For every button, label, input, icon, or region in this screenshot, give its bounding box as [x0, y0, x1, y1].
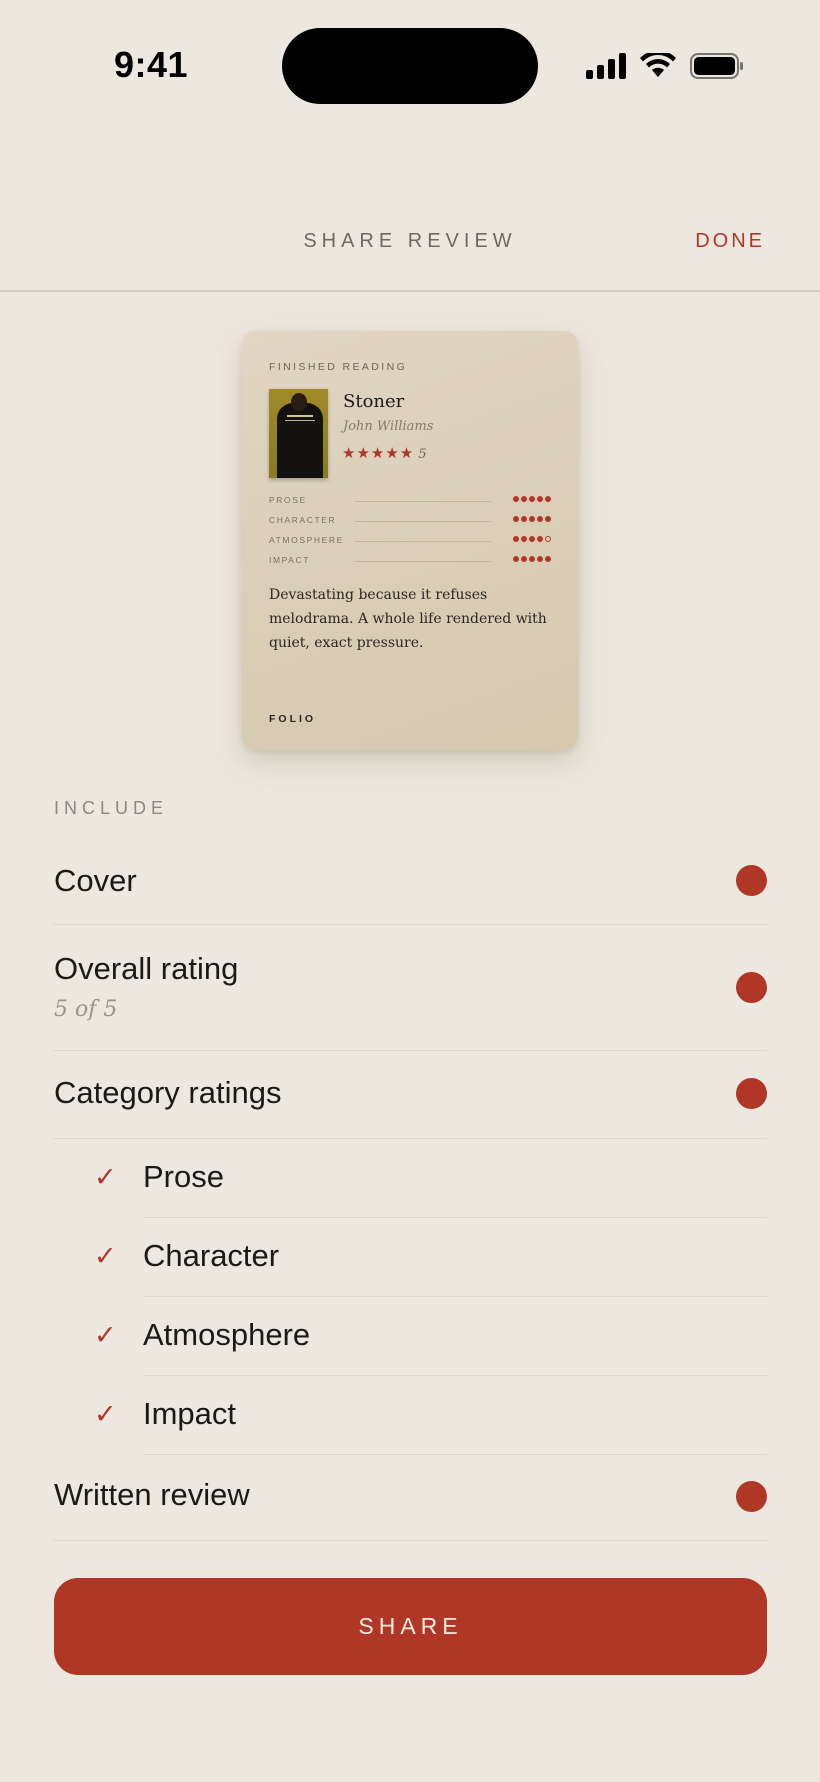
row-label: Overall rating: [54, 951, 239, 986]
metric-label: PROSE: [269, 495, 307, 505]
checkmark-icon: ✓: [94, 1320, 117, 1350]
checkmark-icon: ✓: [94, 1162, 117, 1192]
row-label: Prose: [143, 1159, 224, 1194]
cover-toggle[interactable]: [736, 865, 767, 896]
filled-dot: [513, 536, 519, 542]
metric-dots: [513, 496, 551, 502]
filled-dot: [545, 496, 551, 502]
empty-dot: [545, 536, 551, 542]
toggle-row-overall-rating[interactable]: Overall rating 5 of 5: [54, 925, 767, 1051]
overall-rating-toggle[interactable]: [736, 972, 767, 1003]
row-label: Written review: [54, 1477, 250, 1512]
status-bar: 9:41: [0, 0, 820, 130]
row-label: Cover: [54, 863, 137, 898]
card-kicker: FINISHED READING: [269, 361, 408, 373]
filled-dot: [545, 556, 551, 562]
filled-dot: [521, 496, 527, 502]
filled-dot: [545, 516, 551, 522]
done-button[interactable]: DONE: [695, 230, 765, 253]
filled-dot: [521, 556, 527, 562]
written-review-toggle[interactable]: [736, 1481, 767, 1512]
metric-row-prose: PROSE: [269, 495, 551, 507]
battery-icon: [690, 53, 743, 79]
book-cover-image: [269, 389, 328, 478]
star-icons: ★★★★★: [342, 444, 415, 462]
filled-dot: [537, 556, 543, 562]
checkmark-icon: ✓: [94, 1399, 117, 1429]
filled-dot: [529, 516, 535, 522]
cellular-signal-icon: [586, 53, 626, 79]
dynamic-island: [282, 28, 538, 104]
row-sublabel: 5 of 5: [54, 997, 118, 1022]
row-label: Category ratings: [54, 1075, 282, 1110]
book-author: John Williams: [343, 419, 434, 434]
metric-dots: [513, 556, 551, 562]
nav-header: SHARE REVIEW DONE: [0, 200, 820, 292]
book-title: Stoner: [343, 391, 405, 412]
filled-dot: [529, 556, 535, 562]
filled-dot: [521, 536, 527, 542]
metric-row-impact: IMPACT: [269, 555, 551, 567]
metric-label: IMPACT: [269, 555, 311, 565]
row-label: Character: [143, 1238, 280, 1273]
review-quote: Devastating because it refuses melodrama…: [269, 587, 547, 651]
category-row-prose[interactable]: Prose: [143, 1139, 767, 1218]
metric-row-character: CHARACTER: [269, 515, 551, 527]
metric-label: ATMOSPHERE: [269, 535, 344, 545]
category-row-impact[interactable]: Impact: [143, 1376, 767, 1455]
status-time: 9:41: [114, 44, 189, 85]
share-button[interactable]: SHARE: [54, 1578, 767, 1675]
include-section-label: INCLUDE: [54, 798, 169, 818]
filled-dot: [537, 496, 543, 502]
toggle-row-written-review[interactable]: Written review: [54, 1455, 767, 1541]
metric-dots: [513, 516, 551, 522]
star-rating: ★★★★★ 5: [342, 444, 428, 462]
toggle-row-cover[interactable]: Cover: [54, 843, 767, 925]
filled-dot: [529, 496, 535, 502]
metric-row-atmosphere: ATMOSPHERE: [269, 535, 551, 547]
filled-dot: [513, 516, 519, 522]
filled-dot: [521, 516, 527, 522]
toggle-row-category-ratings[interactable]: Category ratings: [54, 1051, 767, 1139]
filled-dot: [529, 536, 535, 542]
filled-dot: [537, 536, 543, 542]
metric-dots: [513, 536, 551, 542]
row-label: Impact: [143, 1396, 237, 1431]
review-share-card: FINISHED READING Stoner John Williams ★★…: [242, 331, 578, 750]
category-row-character[interactable]: Character: [143, 1218, 767, 1297]
filled-dot: [513, 556, 519, 562]
row-label: Atmosphere: [143, 1317, 311, 1352]
filled-dot: [537, 516, 543, 522]
checkmark-icon: ✓: [94, 1241, 117, 1271]
status-icons: [586, 48, 744, 84]
brand-wordmark: FOLIO: [269, 713, 317, 725]
wifi-icon: [640, 53, 676, 77]
category-row-atmosphere[interactable]: Atmosphere: [143, 1297, 767, 1376]
metric-label: CHARACTER: [269, 515, 337, 525]
category-ratings-toggle[interactable]: [736, 1078, 767, 1109]
rating-number: 5: [418, 447, 428, 462]
filled-dot: [513, 496, 519, 502]
